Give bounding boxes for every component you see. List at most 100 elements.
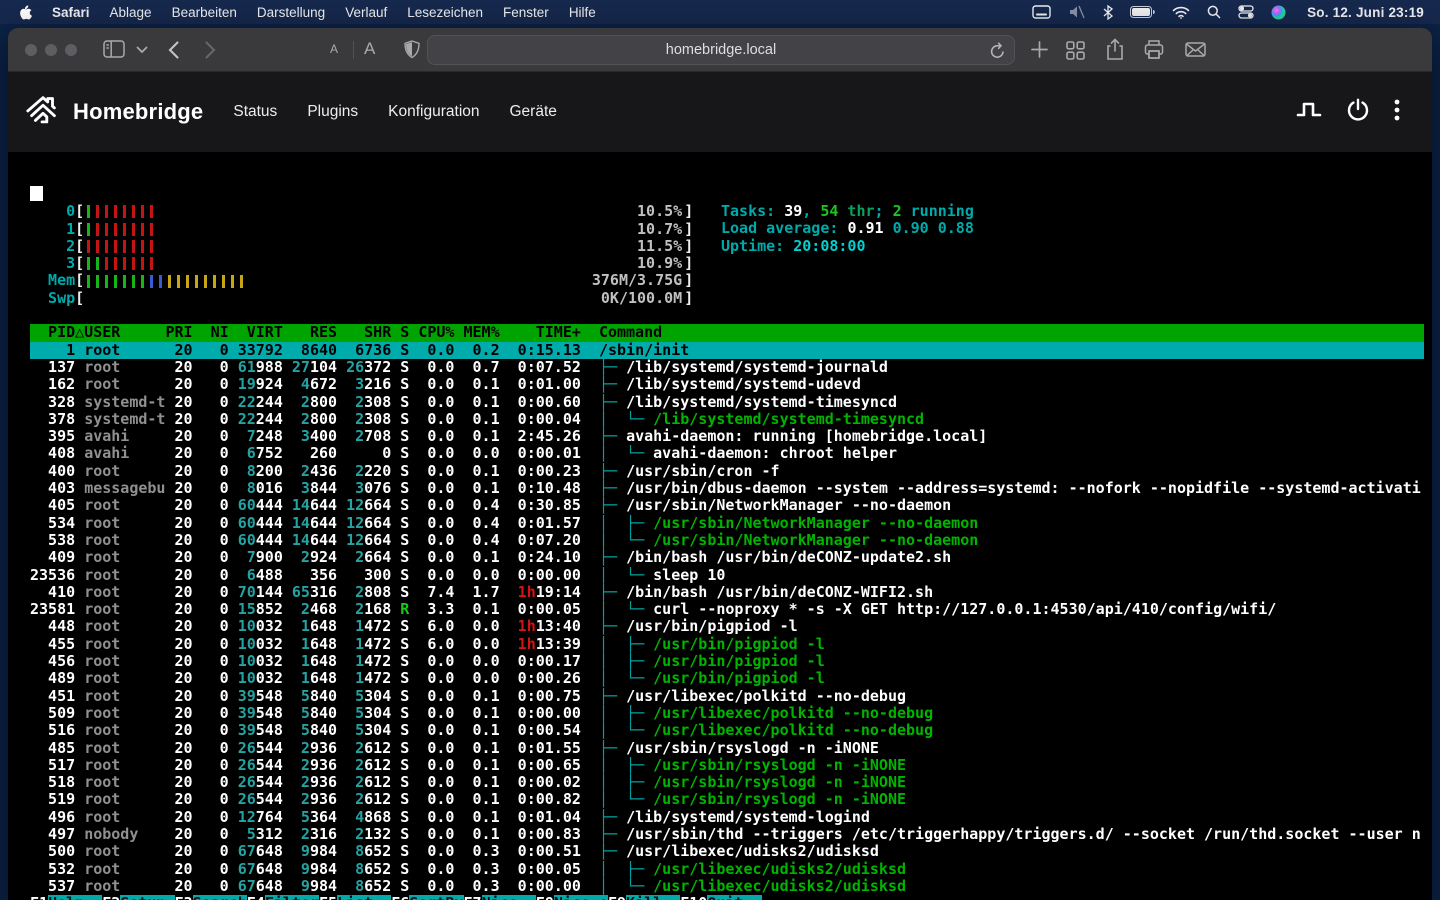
- meter-tick-red: [123, 240, 126, 253]
- process-row-395[interactable]: 395 avahi 20 0 7248 3400 2708 S 0.0 0.1 …: [30, 428, 1424, 445]
- process-row-408[interactable]: 408 avahi 20 0 6752 260 0 S 0.0 0.0 0:00…: [30, 445, 1424, 462]
- fkey-label-f9[interactable]: Kill: [626, 895, 680, 900]
- fkey-label-f4[interactable]: Filter: [265, 895, 319, 900]
- process-row-410[interactable]: 410 root 20 0 70144 65316 2808 S 7.4 1.7…: [30, 584, 1424, 601]
- process-row-532[interactable]: 532 root 20 0 67648 9984 8652 S 0.0 0.3 …: [30, 861, 1424, 878]
- back-button[interactable]: [168, 41, 179, 59]
- htop-terminal[interactable]: 0[10.5%] 1[10.7%] 2[11.5%] 3[10.9%] Mem[…: [16, 180, 1424, 900]
- mail-button[interactable]: [1185, 42, 1206, 57]
- fkey-label-f1[interactable]: Help: [48, 895, 102, 900]
- sidebar-icon[interactable]: [103, 40, 125, 58]
- process-row-403[interactable]: 403 messagebu 20 0 8016 3844 3076 S 0.0 …: [30, 480, 1424, 497]
- process-row-328[interactable]: 328 systemd-t 20 0 22244 2800 2308 S 0.0…: [30, 394, 1424, 411]
- process-row-409[interactable]: 409 root 20 0 7900 2924 2664 S 0.0 0.1 0…: [30, 549, 1424, 566]
- fkey-label-f7[interactable]: Nice -: [482, 895, 536, 900]
- menu-verlauf[interactable]: Verlauf: [335, 5, 397, 20]
- volume-muted-icon[interactable]: [1068, 5, 1086, 19]
- menubar-clock[interactable]: So. 12. Juni 23:19: [1303, 5, 1424, 20]
- menu-safari[interactable]: Safari: [42, 5, 100, 20]
- fkey-f10[interactable]: F10: [680, 895, 707, 900]
- fkey-label-f3[interactable]: Search: [193, 895, 247, 900]
- nav-item-konfiguration[interactable]: Konfiguration: [388, 103, 479, 121]
- battery-icon[interactable]: [1130, 6, 1155, 18]
- wifi-icon[interactable]: [1172, 6, 1190, 19]
- privacy-shield-icon[interactable]: [404, 40, 420, 59]
- process-row-537[interactable]: 537 root 20 0 67648 9984 8652 S 0.0 0.3 …: [30, 878, 1424, 895]
- process-table-header[interactable]: PID△USER PRI NI VIRT RES SHR S CPU% MEM%…: [30, 324, 1424, 341]
- text-larger-button[interactable]: A: [364, 39, 375, 59]
- process-row-456[interactable]: 456 root 20 0 10032 1648 1472 S 0.0 0.0 …: [30, 653, 1424, 670]
- menu-hilfe[interactable]: Hilfe: [559, 5, 606, 20]
- forward-button[interactable]: [205, 41, 216, 59]
- overflow-menu-icon[interactable]: [1394, 98, 1400, 127]
- nav-item-geräte[interactable]: Geräte: [510, 103, 557, 121]
- tab-overview-button[interactable]: [1066, 41, 1085, 60]
- fkey-f4[interactable]: F4: [247, 895, 265, 900]
- homebridge-logo[interactable]: [24, 91, 62, 134]
- menu-ablage[interactable]: Ablage: [100, 5, 162, 20]
- nav-item-plugins[interactable]: Plugins: [307, 103, 358, 121]
- fkey-f6[interactable]: F6: [391, 895, 409, 900]
- process-row-448[interactable]: 448 root 20 0 10032 1648 1472 S 6.0 0.0 …: [30, 618, 1424, 635]
- fkey-f5[interactable]: F5: [319, 895, 337, 900]
- fkey-f9[interactable]: F9: [608, 895, 626, 900]
- fkey-label-f2[interactable]: Setup: [120, 895, 174, 900]
- window-minimize-button[interactable]: [45, 44, 57, 56]
- process-row-534[interactable]: 534 root 20 0 60444 14644 12664 S 0.0 0.…: [30, 515, 1424, 532]
- process-row-137[interactable]: 137 root 20 0 61988 27104 26372 S 0.0 0.…: [30, 359, 1424, 376]
- menu-darstellung[interactable]: Darstellung: [247, 5, 335, 20]
- process-row-497[interactable]: 497 nobody 20 0 5312 2316 2132 S 0.0 0.1…: [30, 826, 1424, 843]
- new-tab-button[interactable]: [1031, 41, 1048, 58]
- process-row-405[interactable]: 405 root 20 0 60444 14644 12664 S 0.0 0.…: [30, 497, 1424, 514]
- fkey-f2[interactable]: F2: [102, 895, 120, 900]
- share-button[interactable]: [1106, 38, 1124, 61]
- display-icon[interactable]: [1032, 5, 1051, 19]
- apple-menu-icon[interactable]: [10, 4, 42, 21]
- process-row-519[interactable]: 519 root 20 0 26544 2936 2612 S 0.0 0.1 …: [30, 791, 1424, 808]
- process-row-500[interactable]: 500 root 20 0 67648 9984 8652 S 0.0 0.3 …: [30, 843, 1424, 860]
- fkey-f7[interactable]: F7: [464, 895, 482, 900]
- address-bar[interactable]: homebridge.local: [427, 35, 1015, 65]
- process-row-451[interactable]: 451 root 20 0 39548 5840 5304 S 0.0 0.1 …: [30, 688, 1424, 705]
- fkey-label-f10[interactable]: Quit: [707, 895, 761, 900]
- fkey-label-f5[interactable]: List: [337, 895, 391, 900]
- control-center-icon[interactable]: [1238, 5, 1254, 19]
- text-smaller-button[interactable]: A: [330, 42, 338, 56]
- fkey-label-f8[interactable]: Nice +: [554, 895, 608, 900]
- window-zoom-button[interactable]: [65, 44, 77, 56]
- log-activity-icon[interactable]: [1296, 99, 1322, 126]
- process-row-162[interactable]: 162 root 20 0 19924 4672 3216 S 0.0 0.1 …: [30, 376, 1424, 393]
- process-row-23581[interactable]: 23581 root 20 0 15852 2468 2168 R 3.3 0.…: [30, 601, 1424, 618]
- process-row-400[interactable]: 400 root 20 0 8200 2436 2220 S 0.0 0.1 0…: [30, 463, 1424, 480]
- brand-title[interactable]: Homebridge: [73, 99, 203, 125]
- spotlight-icon[interactable]: [1207, 5, 1221, 19]
- siri-icon[interactable]: [1271, 5, 1286, 20]
- process-row-516[interactable]: 516 root 20 0 39548 5840 5304 S 0.0 0.1 …: [30, 722, 1424, 739]
- process-row-517[interactable]: 517 root 20 0 26544 2936 2612 S 0.0 0.1 …: [30, 757, 1424, 774]
- bluetooth-icon[interactable]: [1103, 5, 1113, 20]
- process-row-378[interactable]: 378 systemd-t 20 0 22244 2800 2308 S 0.0…: [30, 411, 1424, 428]
- fkey-f1[interactable]: F1: [30, 895, 48, 900]
- process-row-538[interactable]: 538 root 20 0 60444 14644 12664 S 0.0 0.…: [30, 532, 1424, 549]
- process-row-485[interactable]: 485 root 20 0 26544 2936 2612 S 0.0 0.1 …: [30, 740, 1424, 757]
- power-icon[interactable]: [1346, 98, 1370, 127]
- menu-fenster[interactable]: Fenster: [493, 5, 559, 20]
- fkey-f8[interactable]: F8: [536, 895, 554, 900]
- nav-item-status[interactable]: Status: [233, 103, 277, 121]
- print-button[interactable]: [1144, 40, 1164, 59]
- menu-bearbeiten[interactable]: Bearbeiten: [162, 5, 247, 20]
- fkey-f3[interactable]: F3: [175, 895, 193, 900]
- process-row-1[interactable]: 1 root 20 0 33792 8640 6736 S 0.0 0.2 0:…: [30, 342, 1424, 359]
- tasks-line: Tasks: 39, 54 thr; 2 running: [721, 203, 974, 220]
- process-row-455[interactable]: 455 root 20 0 10032 1648 1472 S 6.0 0.0 …: [30, 636, 1424, 653]
- process-row-489[interactable]: 489 root 20 0 10032 1648 1472 S 0.0 0.0 …: [30, 670, 1424, 687]
- menu-lesezeichen[interactable]: Lesezeichen: [397, 5, 493, 20]
- process-row-518[interactable]: 518 root 20 0 26544 2936 2612 S 0.0 0.1 …: [30, 774, 1424, 791]
- fkey-label-f6[interactable]: SortBy: [409, 895, 463, 900]
- window-close-button[interactable]: [25, 44, 37, 56]
- chevron-down-icon[interactable]: [136, 46, 148, 54]
- process-row-496[interactable]: 496 root 20 0 12764 5364 4868 S 0.0 0.1 …: [30, 809, 1424, 826]
- reload-icon[interactable]: [990, 42, 1005, 63]
- process-row-23536[interactable]: 23536 root 20 0 6488 356 300 S 0.0 0.0 0…: [30, 567, 1424, 584]
- process-row-509[interactable]: 509 root 20 0 39548 5840 5304 S 0.0 0.1 …: [30, 705, 1424, 722]
